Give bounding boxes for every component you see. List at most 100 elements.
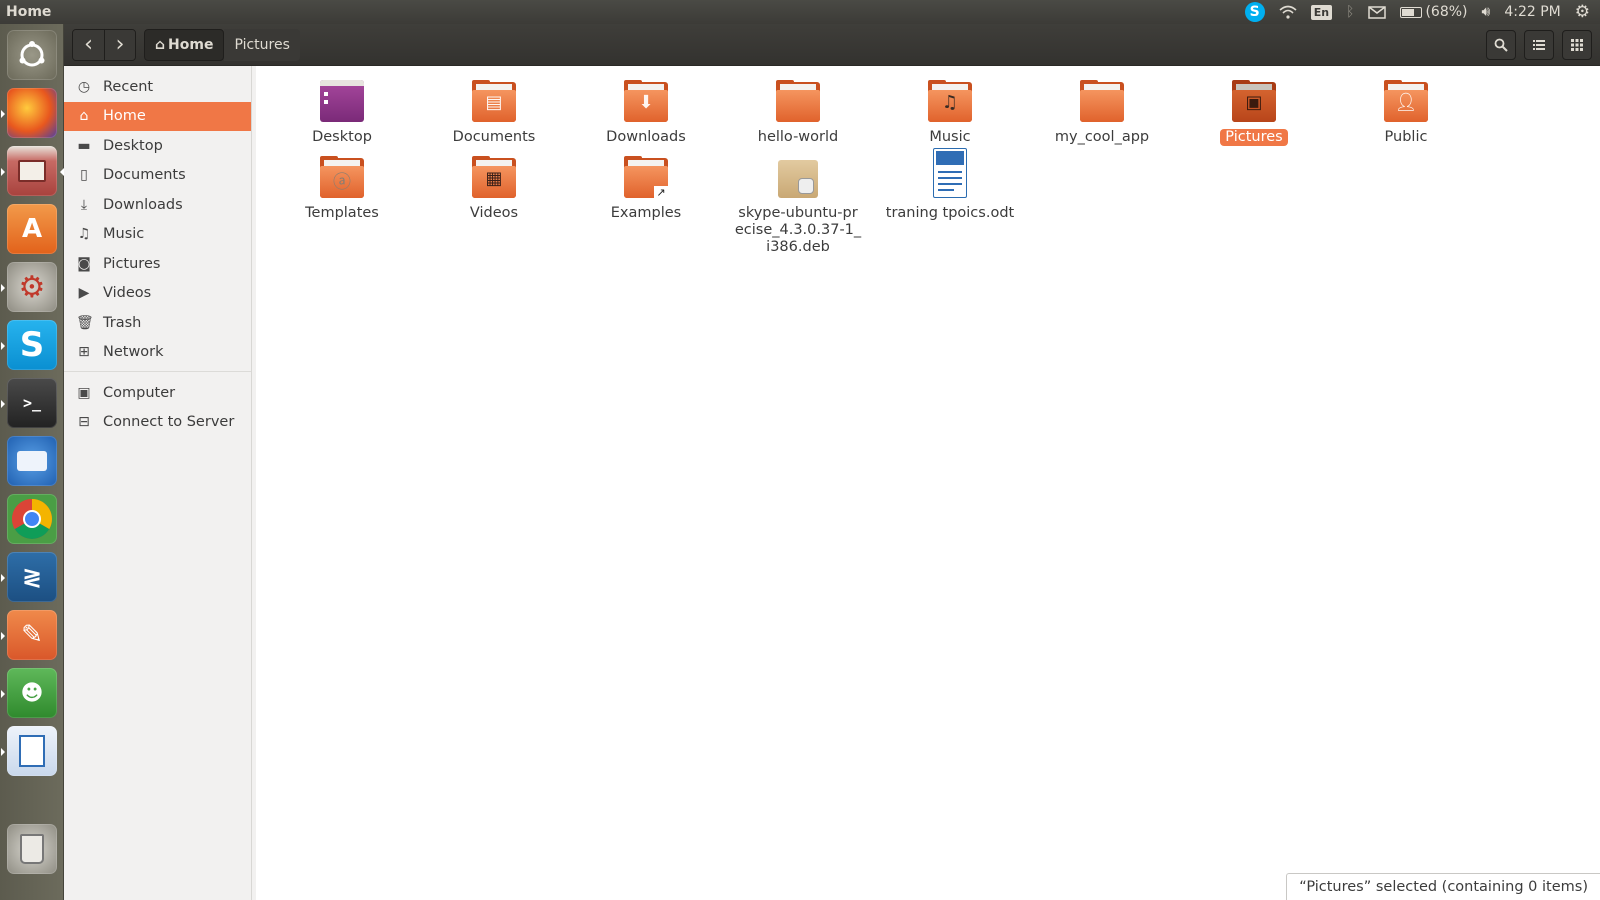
templates-folder-icon: ⓐ (318, 154, 366, 202)
bluetooth-icon[interactable]: ᛒ (1346, 4, 1354, 20)
back-button[interactable]: ‹ (73, 29, 104, 60)
file-item-odt[interactable]: traning tpoics.odt (880, 148, 1020, 222)
sidebar-item-music[interactable]: ♫ Music (64, 220, 251, 250)
writer-document-icon (19, 735, 45, 767)
desktop-folder-icon (318, 78, 366, 126)
file-item-skype-deb[interactable]: skype-ubuntu-precise_4.3.0.37-1_i386.deb (728, 154, 868, 256)
sidebar-item-pictures[interactable]: ◙ Pictures (64, 249, 251, 279)
ubuntu-logo-icon (19, 41, 45, 67)
grid-view-icon (1571, 38, 1583, 51)
keyboard-layout-indicator[interactable]: En (1310, 4, 1333, 20)
sidebar-item-computer[interactable]: ▣ Computer (64, 378, 251, 408)
terminal-icon: >_ (22, 394, 42, 412)
system-settings-launcher[interactable]: ⚙ (1, 262, 57, 312)
folder-icon (1078, 78, 1126, 126)
sidebar-item-label: Pictures (103, 255, 161, 272)
clock[interactable]: 4:22 PM (1504, 4, 1560, 20)
active-app-title: Home (6, 4, 52, 20)
videos-folder-icon: ▦ (470, 154, 518, 202)
thunderbird-launcher[interactable] (7, 436, 57, 486)
documents-folder-icon: ▤ (470, 78, 518, 126)
battery-indicator[interactable]: (68%) (1400, 4, 1468, 20)
sidebar-item-home[interactable]: ⌂ Home (64, 101, 251, 131)
chrome-launcher[interactable] (7, 494, 57, 544)
sidebar-item-label: Documents (103, 167, 186, 184)
breadcrumb-home[interactable]: ⌂ Home (144, 28, 225, 61)
file-item-pictures[interactable]: ▣ Pictures (1184, 78, 1324, 146)
file-item-label: Desktop (312, 129, 372, 145)
sidebar-item-videos[interactable]: ▶ Videos (64, 279, 251, 309)
file-item-music[interactable]: ♫ Music (880, 78, 1020, 146)
software-center-launcher[interactable]: A (7, 204, 57, 254)
list-view-button[interactable] (1524, 29, 1554, 60)
file-item-my-cool-app[interactable]: my_cool_app (1032, 78, 1172, 146)
sidebar-item-connect-to-server[interactable]: ⊟ Connect to Server (64, 408, 251, 438)
sidebar-item-trash[interactable]: 🗑︎ Trash (64, 308, 251, 338)
navigation-buttons: ‹ › (72, 28, 136, 61)
camera-icon: ◙ (77, 255, 91, 272)
public-folder-icon: 👤︎ (1382, 78, 1430, 126)
vscode-launcher[interactable]: ≷ (1, 552, 57, 602)
music-note-emblem-icon: ♫ (941, 92, 959, 113)
places-sidebar: ◷ Recent ⌂ Home ▬ Desktop ▯ Documents ⤓ Downl… (64, 66, 252, 900)
terminal-launcher[interactable]: >_ (1, 378, 57, 428)
file-item-examples[interactable]: ↗ Examples (576, 154, 716, 222)
app-launcher-green[interactable]: ☻ (1, 668, 57, 718)
film-icon: ▶ (78, 285, 90, 302)
skype-launcher[interactable]: S (1, 320, 57, 370)
server-icon: ⊟ (78, 414, 90, 431)
download-arrow-emblem-icon: ⬇ (638, 92, 654, 113)
photo-emblem-icon: ▣ (1245, 92, 1263, 113)
volume-icon[interactable]: 🔊︎ (1482, 4, 1491, 20)
search-button[interactable] (1486, 29, 1516, 60)
lock-icon (798, 178, 814, 194)
session-gear-icon[interactable]: ⚙ (1575, 2, 1590, 22)
file-item-public[interactable]: 👤︎ Public (1336, 78, 1476, 146)
trash-launcher[interactable] (7, 824, 57, 874)
symlink-arrow-icon: ↗ (654, 186, 668, 200)
file-view[interactable]: Desktop ▤ Documents ⬇ Downloads hello-wo… (256, 66, 1600, 900)
sidebar-item-downloads[interactable]: ⤓ Downloads (64, 190, 251, 220)
pen-tool-icon: ✎ (21, 620, 43, 650)
sidebar-item-documents[interactable]: ▯ Documents (64, 161, 251, 191)
grid-view-button[interactable] (1562, 29, 1592, 60)
skype-indicator-icon[interactable]: S (1244, 2, 1265, 22)
files-launcher[interactable] (1, 146, 64, 196)
sidebar-item-desktop[interactable]: ▬ Desktop (64, 131, 251, 161)
sidebar-item-network[interactable]: ⊞ Network (64, 338, 251, 368)
dash-button[interactable] (7, 30, 57, 80)
person-emblem-icon: 👤︎ (1394, 92, 1418, 113)
file-cabinet-icon (18, 160, 46, 182)
sidebar-item-label: Connect to Server (103, 414, 235, 431)
file-item-hello-world[interactable]: hello-world (728, 78, 868, 146)
wifi-icon[interactable] (1279, 5, 1297, 19)
film-strip-emblem-icon: ▦ (485, 168, 503, 189)
mail-icon[interactable] (1368, 5, 1387, 19)
sidebar-item-label: Computer (103, 384, 176, 401)
music-icon: ♫ (77, 226, 91, 243)
sidebar-item-recent[interactable]: ◷ Recent (64, 72, 251, 102)
file-item-label: Examples (610, 205, 682, 221)
sidebar-item-label: Trash (103, 314, 142, 331)
code-editor-icon: ≷ (21, 563, 43, 591)
mail-client-icon (17, 451, 47, 471)
document-icon: ▯ (80, 167, 88, 184)
settings-wrench-icon: ⚙ (18, 269, 46, 305)
inkscape-launcher[interactable]: ✎ (1, 610, 57, 660)
file-item-documents[interactable]: ▤ Documents (424, 78, 564, 146)
file-item-label: Music (929, 129, 971, 145)
battery-percent: (68%) (1425, 4, 1468, 20)
file-item-downloads[interactable]: ⬇ Downloads (576, 78, 716, 146)
file-item-desktop[interactable]: Desktop (272, 78, 412, 146)
breadcrumb-pictures[interactable]: Pictures (224, 28, 300, 61)
battery-icon (1400, 6, 1423, 18)
clock-icon: ◷ (77, 78, 91, 95)
file-item-templates[interactable]: ⓐ Templates (272, 154, 412, 222)
home-icon: ⌂ (155, 36, 166, 53)
breadcrumb-home-label: Home (168, 36, 214, 53)
writer-document-icon (926, 148, 974, 202)
file-item-videos[interactable]: ▦ Videos (424, 154, 564, 222)
firefox-launcher[interactable] (1, 88, 57, 138)
libreoffice-writer-launcher[interactable] (1, 726, 57, 776)
forward-button[interactable]: › (104, 29, 135, 60)
